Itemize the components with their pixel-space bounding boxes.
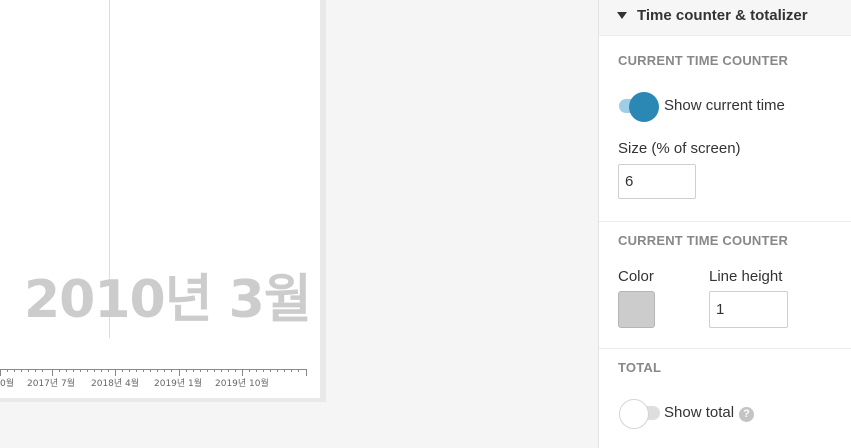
axis-minor-tick: [200, 369, 201, 372]
axis-minor-tick: [193, 369, 194, 372]
preview-edge: [320, 0, 326, 402]
color-label: Color: [618, 268, 654, 285]
axis-minor-tick: [270, 369, 271, 372]
line-height-input[interactable]: 1: [709, 291, 788, 328]
size-input[interactable]: 6: [618, 164, 696, 199]
size-label: Size (% of screen): [618, 140, 741, 157]
axis-minor-tick: [87, 369, 88, 372]
axis-minor-tick: [80, 369, 81, 372]
axis-minor-tick: [157, 369, 158, 372]
axis-minor-tick: [164, 369, 165, 372]
show-total-label: Show total: [664, 404, 735, 421]
axis-minor-tick: [221, 369, 222, 372]
axis-tick-label: 2017년 7월: [27, 379, 76, 389]
axis-minor-tick: [108, 369, 109, 372]
show-current-time-label: Show current time: [664, 97, 785, 114]
axis-minor-tick: [207, 369, 208, 372]
axis-minor-tick: [249, 369, 250, 372]
axis-tick: [306, 369, 307, 376]
axis-minor-tick: [256, 369, 257, 372]
axis-tick: [179, 369, 180, 376]
time-axis: [0, 369, 307, 370]
axis-minor-tick: [42, 369, 43, 372]
line-height-label: Line height: [709, 268, 783, 285]
axis-tick: [115, 369, 116, 376]
axis-minor-tick: [136, 369, 137, 372]
section-title-current-time: CURRENT TIME COUNTER: [618, 53, 789, 68]
axis-minor-tick: [129, 369, 130, 372]
axis-minor-tick: [235, 369, 236, 372]
axis-minor-tick: [228, 369, 229, 372]
axis-minor-tick: [7, 369, 8, 372]
axis-minor-tick: [143, 369, 144, 372]
axis-minor-tick: [35, 369, 36, 372]
section-title-total: TOTAL: [618, 360, 662, 375]
toggle-knob[interactable]: [629, 92, 659, 122]
axis-tick: [0, 369, 1, 376]
axis-minor-tick: [73, 369, 74, 372]
preview-edge-bottom: [0, 398, 326, 402]
axis-minor-tick: [66, 369, 67, 372]
divider: [599, 348, 851, 349]
section-header-time-counter[interactable]: Time counter & totalizer: [599, 0, 851, 36]
divider: [599, 221, 851, 222]
panel-title: Time counter & totalizer: [637, 7, 808, 24]
axis-minor-tick: [28, 369, 29, 372]
toggle-knob[interactable]: [619, 399, 649, 429]
axis-minor-tick: [122, 369, 123, 372]
caret-down-icon[interactable]: [617, 12, 627, 19]
axis-tick-label: 2019년 1월: [154, 379, 203, 389]
axis-minor-tick: [298, 369, 299, 372]
color-swatch[interactable]: [618, 291, 655, 328]
axis-tick: [242, 369, 243, 376]
axis-minor-tick: [291, 369, 292, 372]
axis-minor-tick: [21, 369, 22, 372]
axis-tick: [52, 369, 53, 376]
axis-tick-label: 2019년 10월: [215, 379, 269, 389]
axis-minor-tick: [186, 369, 187, 372]
axis-minor-tick: [214, 369, 215, 372]
axis-minor-tick: [277, 369, 278, 372]
axis-tick-label: 0월: [0, 379, 15, 389]
axis-minor-tick: [284, 369, 285, 372]
current-time-counter: 2010년 3월: [24, 270, 312, 330]
help-icon[interactable]: ?: [739, 407, 754, 422]
chart-preview: [0, 0, 320, 398]
axis-minor-tick: [150, 369, 151, 372]
axis-tick-label: 2018년 4월: [91, 379, 140, 389]
axis-minor-tick: [94, 369, 95, 372]
section-title-current-time-style: CURRENT TIME COUNTER: [618, 233, 789, 248]
axis-minor-tick: [59, 369, 60, 372]
axis-minor-tick: [101, 369, 102, 372]
axis-minor-tick: [263, 369, 264, 372]
axis-minor-tick: [171, 369, 172, 372]
settings-panel: Time counter & totalizer CURRENT TIME CO…: [598, 0, 851, 448]
axis-minor-tick: [14, 369, 15, 372]
